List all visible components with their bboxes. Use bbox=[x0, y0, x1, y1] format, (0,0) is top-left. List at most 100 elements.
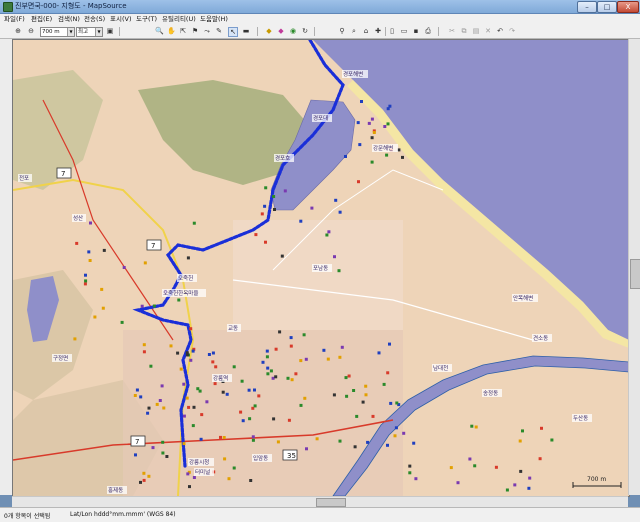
menu-tools[interactable]: 도구(T) bbox=[136, 14, 157, 25]
poi-marker bbox=[344, 376, 348, 380]
mapsource-app-icon bbox=[3, 2, 13, 12]
map-label: 성산 bbox=[73, 214, 83, 222]
pointer-tool-icon[interactable]: ↖ bbox=[228, 27, 238, 37]
map-label: 오죽헌한옥마을 bbox=[163, 289, 198, 297]
poi-marker bbox=[364, 393, 368, 397]
horizontal-scroll-thumb[interactable] bbox=[316, 498, 346, 507]
poi-marker bbox=[334, 198, 338, 202]
route-badge-label: 35 bbox=[287, 452, 296, 460]
map-label: 경포대 bbox=[313, 114, 328, 122]
map-label: 강문해변 bbox=[373, 144, 393, 152]
zoom-out-icon[interactable]: ⊖ bbox=[27, 27, 35, 35]
copy-icon[interactable]: ⧉ bbox=[460, 27, 468, 35]
menu-help[interactable]: 도움말(H) bbox=[200, 14, 228, 25]
zoom-tool-icon[interactable]: 🔍 bbox=[155, 27, 164, 35]
poi-marker bbox=[521, 429, 524, 433]
poi-marker bbox=[211, 360, 215, 364]
poi-marker bbox=[402, 431, 406, 435]
zoom-scale-select[interactable]: 700 m ▼ bbox=[40, 27, 75, 37]
poi-marker bbox=[135, 388, 139, 392]
toolbar-separator bbox=[257, 27, 258, 36]
poi-marker bbox=[182, 414, 186, 418]
undo-icon[interactable]: ↶ bbox=[496, 27, 504, 35]
map-label: 경포호 bbox=[275, 155, 290, 162]
poi-marker bbox=[519, 469, 523, 473]
map-canvas[interactable]: 경포해변 경포호 경포대 오죽헌 오죽헌한옥마을 강릉역 교동 포남동 강문해변 남대천 송정동 견소… bbox=[12, 39, 630, 497]
menu-find[interactable]: 검색(N) bbox=[58, 14, 80, 25]
map-label: 오죽헌 bbox=[178, 275, 193, 282]
poi-marker bbox=[345, 394, 349, 398]
new-file-icon[interactable]: ▯ bbox=[388, 27, 396, 35]
poi-marker bbox=[261, 360, 265, 364]
poi-marker bbox=[388, 104, 392, 108]
menu-edit[interactable]: 편집(E) bbox=[31, 14, 52, 25]
paste-icon[interactable]: ▤ bbox=[472, 27, 480, 35]
poi-marker bbox=[386, 371, 390, 375]
cut-icon[interactable]: ✂ bbox=[448, 27, 456, 35]
chevron-down-icon: ▼ bbox=[67, 28, 74, 36]
poi-marker bbox=[134, 453, 137, 457]
hand-tool-icon[interactable]: ✋ bbox=[167, 27, 176, 35]
save-icon[interactable]: ▪ bbox=[412, 27, 420, 35]
find-poi-icon[interactable]: ✚ bbox=[374, 27, 382, 35]
menu-utilities[interactable]: 유틸리티(U) bbox=[162, 14, 196, 25]
poi-marker bbox=[385, 153, 389, 157]
poi-marker bbox=[289, 336, 293, 340]
poi-marker bbox=[310, 206, 314, 210]
find-address-icon[interactable]: ⌂ bbox=[362, 27, 370, 35]
poi-marker bbox=[264, 240, 267, 244]
route-tool-icon[interactable]: ⤳ bbox=[203, 27, 211, 35]
detail-level-value: 최고 bbox=[78, 29, 89, 35]
waypoint-tool-icon[interactable]: ⚑ bbox=[191, 27, 199, 35]
redo-icon[interactable]: ↷ bbox=[508, 27, 516, 35]
binoculars-icon[interactable]: ⚲ bbox=[338, 27, 346, 35]
poi-marker bbox=[518, 439, 522, 443]
horizontal-scrollbar[interactable] bbox=[12, 496, 628, 507]
poi-marker bbox=[393, 434, 397, 438]
selection-status: 0개 항목이 선택됨 bbox=[4, 513, 51, 520]
poi-marker bbox=[147, 406, 151, 410]
poi-marker bbox=[142, 471, 146, 475]
poi-marker bbox=[322, 348, 326, 352]
waypoint-color-icon[interactable]: ◆ bbox=[277, 27, 285, 35]
print-icon[interactable]: ⎙ bbox=[424, 27, 432, 35]
map-layer-icon[interactable]: ◉ bbox=[289, 27, 297, 35]
poi-marker bbox=[370, 160, 374, 164]
zoom-in-icon[interactable]: ⊕ bbox=[14, 27, 22, 35]
poi-marker bbox=[513, 483, 517, 487]
route-draw-icon[interactable]: ↻ bbox=[301, 27, 309, 35]
poi-marker bbox=[370, 117, 374, 121]
menu-transfer[interactable]: 전송(S) bbox=[84, 14, 105, 25]
poi-marker bbox=[133, 394, 137, 397]
minimize-button[interactable]: – bbox=[577, 1, 597, 13]
coordinate-format-status: Lat/Lon hddd°mm.mmm' (WGS 84) bbox=[70, 511, 176, 518]
close-button[interactable]: X bbox=[617, 1, 639, 13]
poi-marker bbox=[371, 414, 375, 418]
map-sheet-icon[interactable]: ▣ bbox=[106, 27, 114, 35]
open-folder-icon[interactable]: ▭ bbox=[400, 27, 408, 35]
detail-level-select[interactable]: 최고 ▼ bbox=[76, 27, 103, 37]
poi-marker bbox=[265, 355, 269, 359]
track-tool-icon[interactable]: ✎ bbox=[215, 27, 223, 35]
vertical-scrollbar[interactable] bbox=[628, 39, 640, 495]
poi-marker bbox=[149, 364, 153, 368]
poi-marker bbox=[225, 392, 229, 396]
map-feature-icon[interactable]: ◆ bbox=[265, 27, 273, 35]
poi-marker bbox=[179, 367, 183, 371]
measure-tool-icon[interactable]: ▬ bbox=[242, 27, 250, 35]
vertical-scroll-thumb[interactable] bbox=[630, 259, 640, 289]
poi-marker bbox=[200, 413, 204, 417]
select-tool-icon[interactable]: ⇱ bbox=[179, 27, 187, 35]
find-places-icon[interactable]: ⌕ bbox=[350, 27, 358, 35]
poi-marker bbox=[468, 457, 472, 461]
map-label: 강릉시청 bbox=[189, 459, 209, 466]
poi-marker bbox=[280, 254, 284, 258]
delete-icon[interactable]: ✕ bbox=[484, 27, 492, 35]
poi-marker bbox=[276, 440, 280, 444]
maximize-button[interactable]: □ bbox=[597, 1, 617, 13]
poi-marker bbox=[87, 250, 91, 254]
menu-view[interactable]: 표시(V) bbox=[110, 14, 131, 25]
scale-bar-label: 700 m bbox=[587, 476, 606, 483]
poi-marker bbox=[139, 395, 143, 399]
menu-file[interactable]: 파일(F) bbox=[4, 14, 25, 25]
